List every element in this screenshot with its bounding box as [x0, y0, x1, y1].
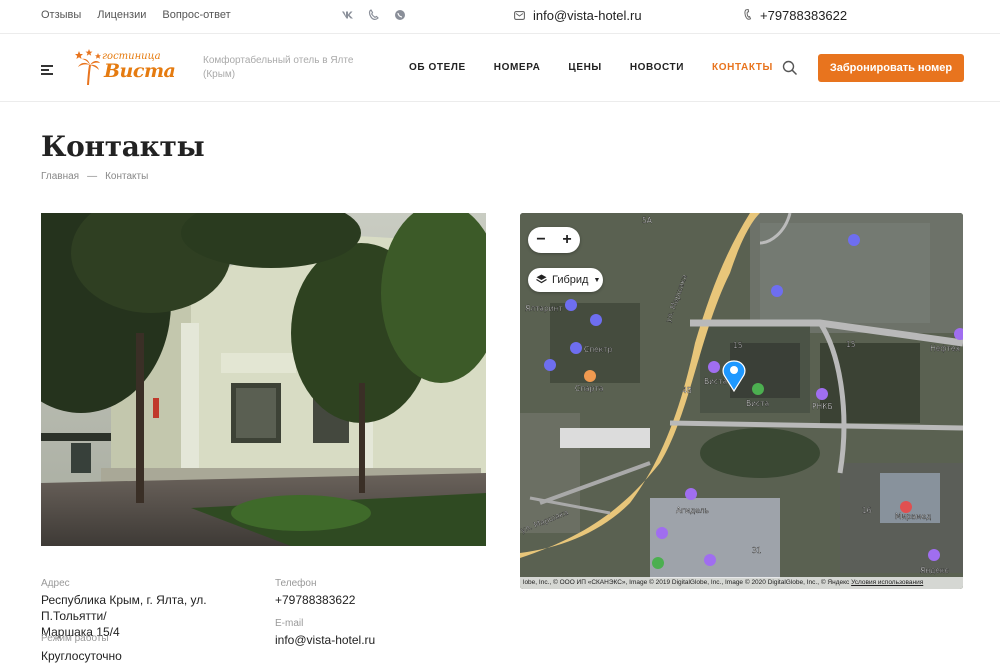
- yandex-map[interactable]: Ялтаринт Спектр Спарта Виста Виста РНКБ …: [520, 213, 963, 589]
- nav-prices[interactable]: ЦЕНЫ: [568, 62, 601, 73]
- tagline: Комфортабельный отель в Ялте (Крым): [203, 55, 354, 80]
- search-icon[interactable]: [782, 60, 798, 76]
- map-label: 15: [733, 341, 743, 350]
- map-zoom-control: − +: [528, 227, 580, 253]
- map-label: Мирамед: [895, 512, 931, 521]
- map-label: Яндекс: [920, 566, 949, 575]
- logo-title: Виста: [104, 60, 176, 82]
- map-label: Виста: [746, 399, 769, 408]
- layers-icon: [536, 274, 547, 287]
- nav-rooms[interactable]: НОМЕРА: [494, 62, 541, 73]
- phone-value[interactable]: +79788383622: [275, 592, 355, 608]
- page-title: Контакты: [41, 130, 205, 163]
- whatsapp-icon[interactable]: [394, 9, 406, 21]
- hours-value: Круглосуточно: [41, 649, 122, 663]
- main-header: гостиница Виста Комфортабельный отель в …: [0, 35, 1000, 102]
- map-label: Спектр: [584, 345, 613, 354]
- top-bar: Отзывы Лицензии Вопрос-ответ info@vista-…: [0, 0, 1000, 34]
- top-link-reviews[interactable]: Отзывы: [41, 9, 81, 21]
- phone-icon: [744, 8, 752, 23]
- breadcrumb: Главная — Контакты: [41, 171, 148, 182]
- email-value[interactable]: info@vista-hotel.ru: [275, 632, 375, 648]
- map-label: 31: [752, 546, 762, 555]
- map-label: Ялтаринт: [525, 304, 564, 313]
- map-attribution-text: lobe, Inc., © ООО ИП «СКАНЭКС», Image © …: [523, 579, 850, 586]
- map-label: Виста: [704, 377, 727, 386]
- top-email-text: info@vista-hotel.ru: [533, 8, 642, 23]
- hotel-photo: [41, 213, 486, 546]
- logo[interactable]: гостиница Виста: [72, 49, 182, 87]
- top-links: Отзывы Лицензии Вопрос-ответ: [41, 9, 231, 21]
- map-layer-button[interactable]: Гибрид ▼: [528, 268, 603, 292]
- viber-icon[interactable]: [368, 9, 380, 21]
- top-phone[interactable]: +79788383622: [744, 8, 847, 23]
- address-label: Адрес: [41, 578, 70, 589]
- top-phone-text: +79788383622: [760, 8, 848, 23]
- top-link-licenses[interactable]: Лицензии: [97, 9, 146, 21]
- map-label: 4В: [682, 386, 692, 395]
- nav-about[interactable]: ОБ ОТЕЛЕ: [409, 62, 466, 73]
- breadcrumb-home[interactable]: Главная: [41, 171, 79, 182]
- map-label: Спарта: [575, 384, 603, 393]
- top-link-faq[interactable]: Вопрос-ответ: [162, 9, 230, 21]
- email-label: E-mail: [275, 618, 304, 629]
- phone-label: Телефон: [275, 578, 317, 589]
- address-line-1: Республика Крым, г. Ялта, ул. П.Тольятти…: [41, 593, 207, 623]
- book-room-button[interactable]: Забронировать номер: [818, 54, 964, 82]
- map-label: Нефтех Башки: [930, 344, 963, 353]
- map-zoom-in-button[interactable]: +: [555, 231, 579, 249]
- breadcrumb-separator: —: [87, 171, 98, 182]
- map-label: Агидель: [676, 506, 709, 515]
- social-links: [342, 9, 406, 21]
- map-label: 5А: [642, 216, 653, 225]
- main-nav: ОБ ОТЕЛЕ НОМЕРА ЦЕНЫ НОВОСТИ КОНТАКТЫ: [409, 62, 801, 73]
- top-email[interactable]: info@vista-hotel.ru: [514, 8, 642, 23]
- menu-icon[interactable]: [41, 65, 53, 75]
- vk-icon[interactable]: [342, 9, 354, 21]
- map-attribution: lobe, Inc., © ООО ИП «СКАНЭКС», Image © …: [520, 577, 963, 589]
- map-label: 16: [862, 506, 872, 515]
- map-zoom-out-button[interactable]: −: [529, 231, 553, 249]
- breadcrumb-current: Контакты: [105, 171, 149, 182]
- hours-label: Режим работы: [41, 633, 109, 644]
- map-label: 15: [846, 340, 856, 349]
- map-layer-label: Гибрид: [552, 274, 589, 286]
- map-terms-link[interactable]: Условия использования: [851, 579, 923, 586]
- mail-icon: [514, 8, 525, 23]
- nav-news[interactable]: НОВОСТИ: [630, 62, 684, 73]
- map-label: РНКБ: [812, 402, 833, 411]
- nav-contacts[interactable]: КОНТАКТЫ: [712, 62, 773, 73]
- chevron-down-icon: ▼: [593, 276, 601, 284]
